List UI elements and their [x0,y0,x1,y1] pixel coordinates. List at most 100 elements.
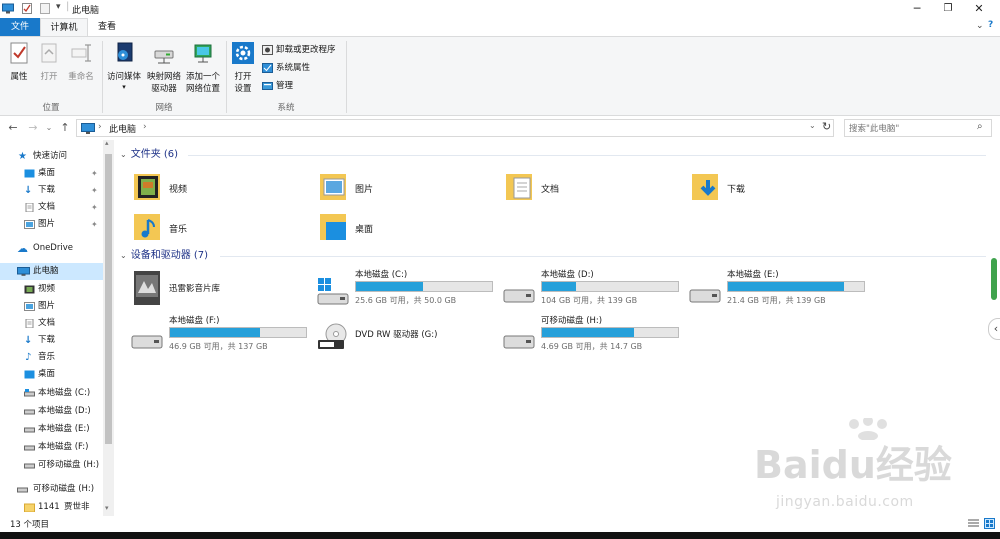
tab-file[interactable]: 文件 [0,18,40,36]
drive-e[interactable]: 本地磁盘 (E:) 21.4 GB 可用，共 139 GB [674,268,865,312]
collapse-ribbon-icon[interactable]: ⌄ [976,21,984,31]
map-network-drive-button[interactable]: 映射网络 驱动器 [144,41,184,95]
nav-qa-pictures[interactable]: 图片 ✦ [0,216,103,233]
nav-this-pc[interactable]: 此电脑 [0,263,103,280]
document-icon [25,203,34,212]
nav-pc-music[interactable]: ♪ 音乐 [0,349,103,366]
folder-music[interactable]: 音乐 [116,210,296,246]
nav-pc-pictures[interactable]: 图片 [0,298,103,315]
search-icon[interactable]: ⌕ [977,121,983,132]
xunlei-library[interactable]: 迅雷影音片库 [116,268,302,312]
access-media-button[interactable]: 访问媒体 ▾ [104,41,144,91]
uninstall-label: 卸载或更改程序 [276,45,336,55]
drive-h[interactable]: 可移动磁盘 (H:) 4.69 GB 可用，共 14.7 GB [488,314,679,358]
nav-pc-drive-h[interactable]: 可移动磁盘 (H:) [0,457,103,474]
nav-removable-h[interactable]: 可移动磁盘 (H:) [0,481,103,498]
folder-label: 音乐 [169,225,188,235]
back-button[interactable]: ← [6,120,20,136]
nav-pc-desktop[interactable]: 桌面 [0,366,103,383]
nav-pc-drive-e[interactable]: 本地磁盘 (E:) [0,421,103,438]
nav-scroll-thumb[interactable] [105,154,112,444]
nav-folder-1141[interactable]: 1141 贾世非 [0,499,103,516]
drive-free-space: 4.69 GB 可用，共 14.7 GB [541,342,643,351]
search-input[interactable] [849,122,969,135]
nav-pc-drive-c[interactable]: 本地磁盘 (C:) [0,385,103,402]
nav-label-tail: 贾世非 [64,502,90,512]
maximize-button[interactable]: ❐ [933,0,963,18]
folders-group-header[interactable]: ⌄ 文件夹 (6) [116,146,178,164]
scroll-up-icon[interactable]: ▴ [105,139,109,147]
close-button[interactable]: ✕ [964,0,994,18]
add-network-location-button[interactable]: 添加一个 网络位置 [184,41,222,95]
breadcrumb-separator[interactable]: › [143,122,147,132]
nav-qa-downloads[interactable]: ↓ 下载 ✦ [0,182,103,199]
pin-icon[interactable]: ✦ [91,199,98,216]
uninstall-program-button[interactable]: 卸载或更改程序 [262,43,336,57]
properties-label: 属性 [10,72,28,82]
system-properties-button[interactable]: 系统属性 [262,61,310,75]
address-bar-row: ← → ⌄ ↑ › 此电脑 › ⌄ ↻ ⌕ [0,117,1000,139]
manage-label: 管理 [276,81,294,91]
forward-button[interactable]: → [26,120,40,136]
removable-drive-icon [24,463,35,469]
nav-pc-downloads[interactable]: ↓ 下载 [0,332,103,349]
open-settings-label-2: 设置 [234,84,252,94]
pin-icon[interactable]: ✦ [91,182,98,199]
cloud-icon: ☁ [17,242,28,255]
address-bar[interactable]: › 此电脑 › ⌄ ↻ [76,119,834,137]
rename-button[interactable]: 重命名 [66,41,96,83]
nav-quick-access[interactable]: ★ 快速访问 [0,148,103,165]
up-button[interactable]: ↑ [58,120,72,136]
help-icon[interactable]: ? [988,20,993,30]
pin-icon[interactable]: ✦ [91,165,98,182]
refresh-icon[interactable]: ↻ [822,120,831,133]
folder-pictures[interactable]: 图片 [302,170,482,206]
nav-qa-documents[interactable]: 文档 ✦ [0,199,103,216]
nav-pc-drive-f[interactable]: 本地磁盘 (F:) [0,439,103,456]
details-view-icon[interactable] [968,519,979,529]
scroll-down-icon[interactable]: ▾ [105,504,109,512]
folder-label: 视频 [169,185,188,195]
devices-group-title: 设备和驱动器 (7) [130,250,209,261]
minimize-button[interactable]: ─ [902,0,932,18]
new-folder-qat-icon[interactable] [40,3,50,14]
recent-locations-button[interactable]: ⌄ [42,120,56,136]
tab-computer[interactable]: 计算机 [40,18,88,36]
nav-label: 桌面 [38,369,56,379]
nav-label: 本地磁盘 (F:) [38,442,89,452]
system-group-label: 系统 [277,103,295,113]
pin-icon[interactable]: ✦ [91,216,98,233]
address-dropdown-icon[interactable]: ⌄ [809,121,816,130]
drive-d[interactable]: 本地磁盘 (D:) 104 GB 可用，共 139 GB [488,268,679,312]
nav-pc-videos[interactable]: 视频 [0,281,103,298]
qat-dropdown-icon[interactable]: ▾ [56,2,61,12]
nav-onedrive[interactable]: ☁ OneDrive [0,240,103,257]
properties-button[interactable]: 属性 [6,41,32,83]
drive-c[interactable]: 本地磁盘 (C:) 25.6 GB 可用，共 50.0 GB [302,268,493,312]
drive-g-dvd[interactable]: DVD RW 驱动器 (G:) [302,314,488,358]
nav-label: 本地磁盘 (E:) [38,424,90,434]
breadcrumb-separator: › [98,122,102,132]
devices-group-header[interactable]: ⌄ 设备和驱动器 (7) [116,247,208,265]
properties-qat-icon[interactable] [22,3,32,14]
large-icons-view-icon[interactable] [984,518,995,529]
tab-view[interactable]: 查看 [88,18,126,36]
nav-pc-documents[interactable]: 文档 [0,315,103,332]
breadcrumb-this-pc[interactable]: 此电脑 [109,122,136,135]
nav-pc-drive-d[interactable]: 本地磁盘 (D:) [0,403,103,420]
nav-qa-desktop[interactable]: 桌面 ✦ [0,165,103,182]
expand-panel-button[interactable]: ‹ [988,318,1000,340]
search-box[interactable]: ⌕ [844,119,992,137]
folder-desktop[interactable]: 桌面 [302,210,482,246]
video-folder-icon [134,174,160,200]
manage-button[interactable]: 管理 [262,79,293,93]
open-button[interactable]: 打开 [36,41,62,83]
nav-scrollbar[interactable]: ▴ ▾ [103,139,114,516]
open-settings-button[interactable]: 打开 设置 [230,41,256,95]
folder-videos[interactable]: 视频 [116,170,296,206]
title-bar: ▾ | 此电脑 ─ ❐ ✕ [0,0,1000,18]
folder-downloads[interactable]: 下载 [674,170,854,206]
network-location-icon [194,44,212,63]
folder-documents[interactable]: 文档 [488,170,668,206]
drive-f[interactable]: 本地磁盘 (F:) 46.9 GB 可用，共 137 GB [116,314,307,358]
